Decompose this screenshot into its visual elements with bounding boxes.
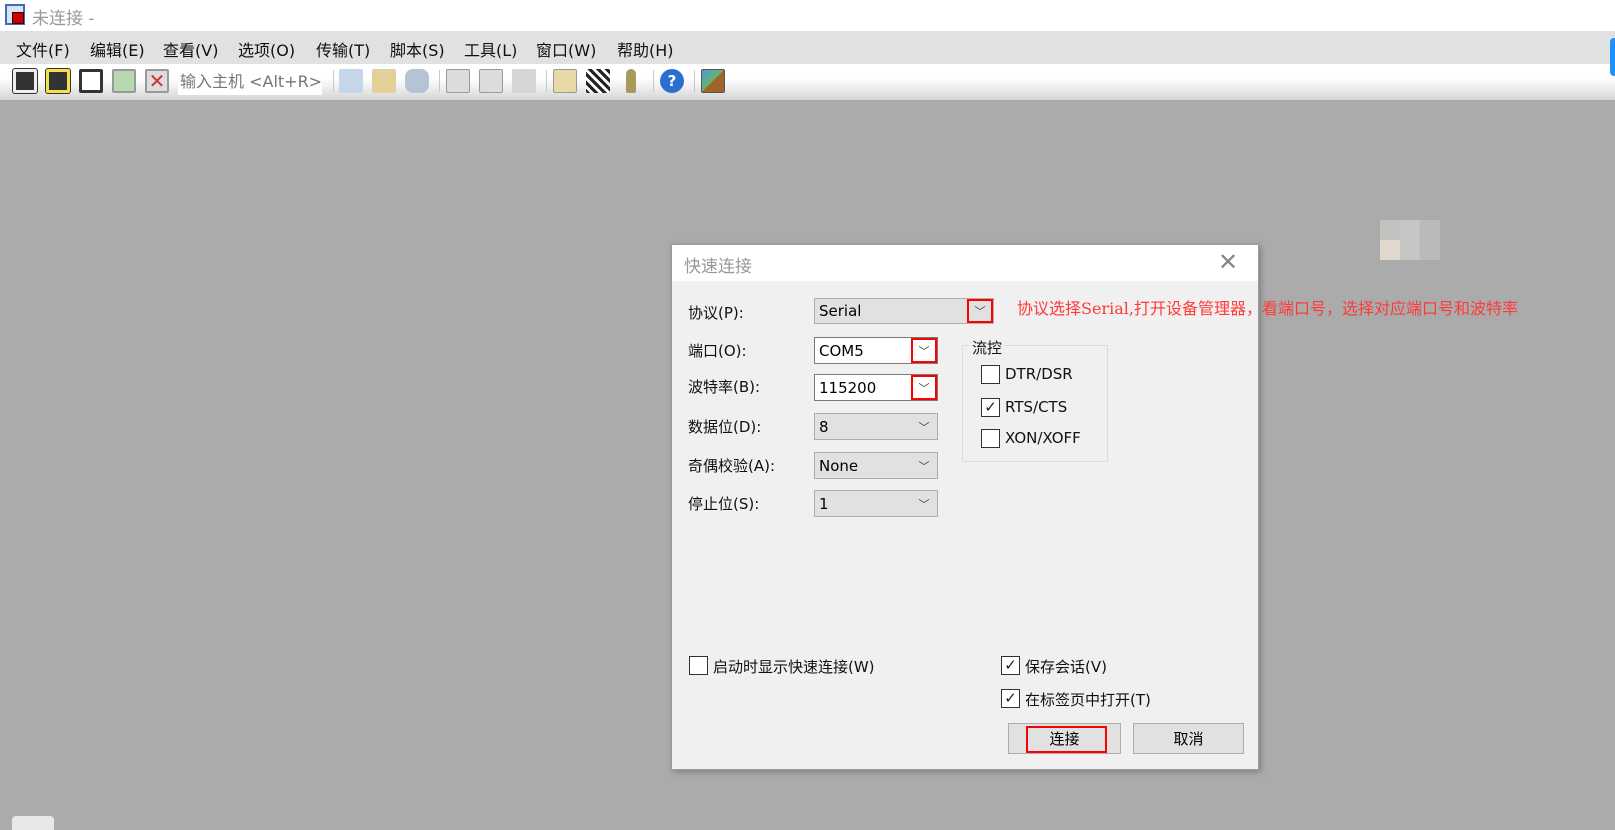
open-in-tab-label: 在标签页中打开(T) xyxy=(1025,691,1151,709)
chevron-down-icon[interactable]: ﹀ xyxy=(911,375,937,400)
session-options-icon[interactable] xyxy=(553,69,577,93)
quick-connect-dialog: 快速连接 ✕ 协议(P): Serial ﹀ 端口(O): COM5 ﹀ 波特率(B… xyxy=(671,244,1259,770)
xon-xoff-checkbox[interactable] xyxy=(981,429,1000,448)
annotation-text: 协议选择Serial,打开设备管理器，看端口号，选择对应端口号和波特率 xyxy=(1017,299,1518,318)
menu-tools[interactable]: 工具(L) xyxy=(464,37,517,61)
xon-xoff-label: XON/XOFF xyxy=(1005,429,1081,447)
parity-label: 奇偶校验(A): xyxy=(688,457,776,475)
data-bits-select[interactable]: 8 ﹀ xyxy=(814,413,938,440)
printer-icon[interactable] xyxy=(512,69,536,93)
menu-options[interactable]: 选项(O) xyxy=(238,37,295,61)
port-select[interactable]: COM5 ﹀ xyxy=(814,337,938,364)
app-icon xyxy=(5,4,25,25)
connect-button[interactable]: 连接 xyxy=(1008,723,1121,754)
dtr-dsr-checkbox[interactable] xyxy=(981,365,1000,384)
stop-bits-label: 停止位(S): xyxy=(688,495,760,513)
menu-help[interactable]: 帮助(H) xyxy=(617,37,674,61)
highlight-box xyxy=(1026,726,1107,753)
connect-icon[interactable] xyxy=(12,68,38,94)
toolbar: ✕ ? xyxy=(0,64,1615,100)
protocol-select[interactable]: Serial ﹀ xyxy=(814,298,994,324)
flow-control-legend: 流控 xyxy=(970,337,1005,358)
chevron-down-icon[interactable]: ﹀ xyxy=(911,453,937,478)
close-icon[interactable]: ✕ xyxy=(1218,249,1238,275)
scroll-indicator xyxy=(1610,38,1615,76)
keymap-icon[interactable] xyxy=(626,69,636,93)
toolbar-separator xyxy=(653,70,654,92)
port-value: COM5 xyxy=(819,341,864,360)
menu-view[interactable]: 查看(V) xyxy=(163,37,218,61)
menu-file[interactable]: 文件(F) xyxy=(16,37,70,61)
window-title: 未连接 - xyxy=(32,9,95,29)
menu-transfer[interactable]: 传输(T) xyxy=(316,37,370,61)
show-on-startup-checkbox[interactable] xyxy=(689,656,708,675)
disconnect-icon[interactable]: ✕ xyxy=(145,69,169,93)
protocol-label: 协议(P): xyxy=(688,304,744,322)
connect-tab-icon[interactable] xyxy=(79,69,103,93)
parity-select[interactable]: None ﹀ xyxy=(814,452,938,479)
toolbar-separator xyxy=(439,70,440,92)
about-icon[interactable] xyxy=(701,69,725,93)
data-bits-label: 数据位(D): xyxy=(688,418,762,436)
menu-edit[interactable]: 编辑(E) xyxy=(90,37,145,61)
toolbar-separator xyxy=(546,70,547,92)
chevron-down-icon[interactable]: ﹀ xyxy=(911,491,937,516)
stop-bits-value: 1 xyxy=(819,494,829,513)
title-bar: 未连接 - xyxy=(0,0,1615,31)
baud-rate-label: 波特率(B): xyxy=(688,378,761,396)
toolbar-separator xyxy=(694,70,695,92)
dtr-dsr-label: DTR/DSR xyxy=(1005,365,1073,383)
paste-icon[interactable] xyxy=(372,69,396,93)
chevron-down-icon[interactable]: ﹀ xyxy=(911,338,937,363)
protocol-value: Serial xyxy=(819,302,862,320)
find-icon[interactable] xyxy=(405,69,429,93)
show-on-startup-label: 启动时显示快速连接(W) xyxy=(713,658,875,676)
chevron-down-icon[interactable]: ﹀ xyxy=(911,414,937,439)
global-options-icon[interactable] xyxy=(586,69,610,93)
save-session-checkbox[interactable]: ✓ xyxy=(1001,656,1020,675)
data-bits-value: 8 xyxy=(819,417,829,436)
blurred-region xyxy=(1380,220,1440,260)
print-setup-icon[interactable] xyxy=(446,69,470,93)
print-icon[interactable] xyxy=(479,69,503,93)
dialog-title: 快速连接 xyxy=(684,257,752,277)
rts-cts-checkbox[interactable]: ✓ xyxy=(981,398,1000,417)
rts-cts-label: RTS/CTS xyxy=(1005,398,1068,416)
toolbar-separator xyxy=(333,70,334,92)
menu-script[interactable]: 脚本(S) xyxy=(390,37,445,61)
help-icon[interactable]: ? xyxy=(660,69,684,93)
menu-window[interactable]: 窗口(W) xyxy=(536,37,596,61)
copy-icon[interactable] xyxy=(339,69,363,93)
quick-connect-icon[interactable] xyxy=(45,68,71,94)
reconnect-icon[interactable] xyxy=(112,69,136,93)
stop-bits-select[interactable]: 1 ﹀ xyxy=(814,490,938,517)
baud-rate-select[interactable]: 115200 ﹀ xyxy=(814,374,938,401)
open-in-tab-checkbox[interactable]: ✓ xyxy=(1001,689,1020,708)
cancel-button[interactable]: 取消 xyxy=(1133,723,1244,754)
baud-rate-value: 115200 xyxy=(819,378,877,397)
parity-value: None xyxy=(819,456,859,475)
cancel-label: 取消 xyxy=(1173,730,1204,748)
host-input[interactable] xyxy=(178,67,322,95)
menu-bar: 文件(F) 编辑(E) 查看(V) 选项(O) 传输(T) 脚本(S) 工具(L… xyxy=(0,31,1615,64)
chevron-down-icon[interactable]: ﹀ xyxy=(967,299,993,323)
save-session-label: 保存会话(V) xyxy=(1025,658,1107,676)
port-label: 端口(O): xyxy=(688,342,747,360)
dialog-title-bar: 快速连接 ✕ xyxy=(672,245,1258,281)
